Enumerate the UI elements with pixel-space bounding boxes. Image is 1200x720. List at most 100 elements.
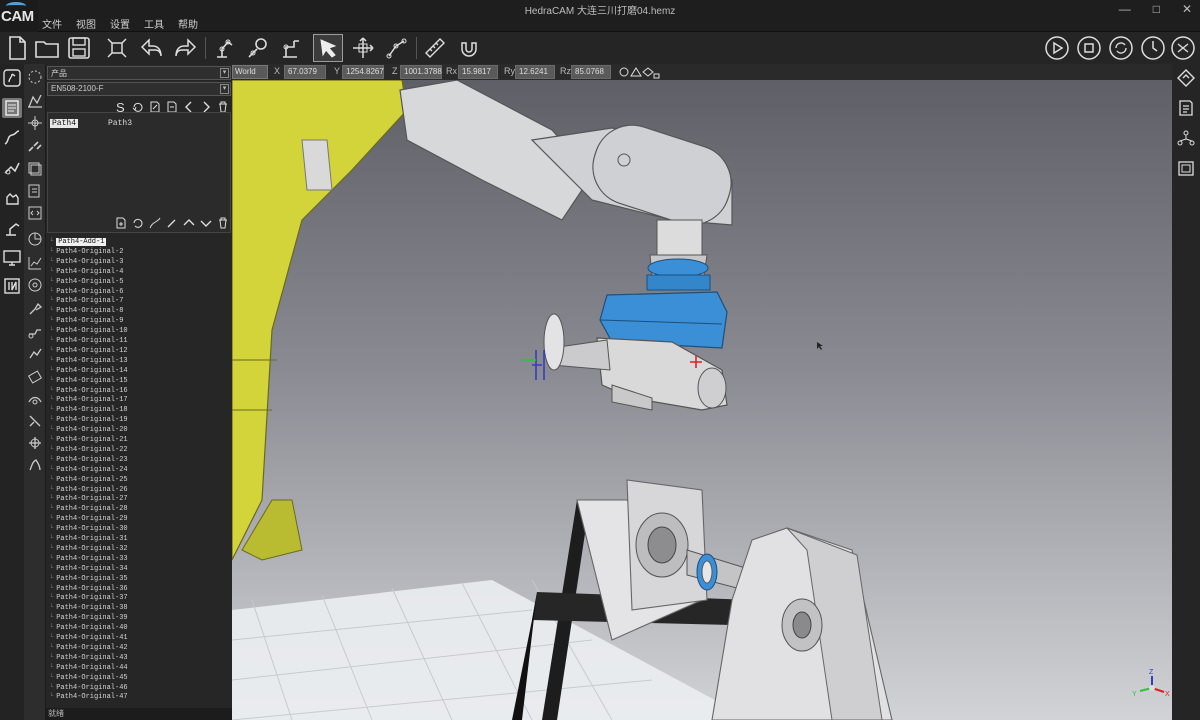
stop-button[interactable] xyxy=(1074,34,1104,62)
ry-field[interactable]: 12.6241 xyxy=(515,65,555,79)
list-item[interactable]: └ Path4-Original-45 xyxy=(49,673,128,683)
list-item[interactable]: └ Path4-Original-36 xyxy=(49,584,128,594)
3d-viewport[interactable]: Z X Y xyxy=(232,80,1172,720)
list-item[interactable]: └ Path4-Original-42 xyxy=(49,643,128,653)
rotate-point-icon[interactable] xyxy=(131,216,145,230)
list-item[interactable]: └ Path4-Original-10 xyxy=(49,326,128,336)
monitor-button[interactable] xyxy=(2,248,22,268)
tool-4-button[interactable] xyxy=(26,368,44,386)
list-item[interactable]: └ Path4-Original-29 xyxy=(49,514,128,524)
points-button[interactable] xyxy=(26,114,44,132)
robot-tool-button[interactable] xyxy=(210,34,240,62)
robot-lib-button[interactable] xyxy=(2,68,22,88)
list-item[interactable]: └ Path4-Original-30 xyxy=(49,524,128,534)
rz-field[interactable]: 85.0768 xyxy=(571,65,611,79)
list-item[interactable]: └ Path4-Original-28 xyxy=(49,504,128,514)
undo-button[interactable] xyxy=(137,34,167,62)
list-item[interactable]: └ Path4-Original-13 xyxy=(49,356,128,366)
menu-settings[interactable]: 设置 xyxy=(110,16,137,31)
list-item[interactable]: └ Path4-Original-46 xyxy=(49,683,128,693)
list-item[interactable]: └ Path4-Original-41 xyxy=(49,633,128,643)
tool-2-button[interactable] xyxy=(26,322,44,340)
menu-help[interactable]: 帮助 xyxy=(178,16,205,31)
layers-button[interactable] xyxy=(26,160,44,178)
list-item[interactable]: └ Path4-Original-4 xyxy=(49,267,123,277)
list-item[interactable]: └ Path4-Original-39 xyxy=(49,613,128,623)
list-item[interactable]: └ Path4-Original-6 xyxy=(49,287,123,297)
list-item[interactable]: └ Path4-Original-2 xyxy=(49,247,123,257)
open-folder-button[interactable] xyxy=(32,34,62,62)
menu-tools[interactable]: 工具 xyxy=(144,16,171,31)
list-item[interactable]: └ Path4-Original-44 xyxy=(49,663,128,673)
redo-button[interactable] xyxy=(170,34,200,62)
play-button[interactable] xyxy=(1042,34,1072,62)
new-file-button[interactable] xyxy=(2,34,32,62)
fit-view-button[interactable] xyxy=(102,34,132,62)
y-field[interactable]: 1254.8267 xyxy=(342,65,384,79)
link-tool-button[interactable] xyxy=(2,158,22,178)
path-item-path4[interactable]: Path4 xyxy=(50,119,79,128)
list-item[interactable]: └ Path4-Original-21 xyxy=(49,435,128,445)
profile-button[interactable] xyxy=(26,92,44,110)
notes-button[interactable] xyxy=(1176,98,1196,118)
target-button[interactable] xyxy=(26,276,44,294)
list-item[interactable]: └ Path4-Original-40 xyxy=(49,623,128,633)
list-item[interactable]: └ Path4-Original-22 xyxy=(49,445,128,455)
tool-7-button[interactable] xyxy=(26,434,44,452)
robot-arm-button[interactable] xyxy=(2,218,22,238)
list-item[interactable]: └ Path4-Original-16 xyxy=(49,386,128,396)
rx-field[interactable]: 15.9817 xyxy=(458,65,498,79)
list-item[interactable]: └ Path4-Original-17 xyxy=(49,395,128,405)
network-button[interactable] xyxy=(1176,128,1196,148)
list-item[interactable]: └ Path4-Original-47 xyxy=(49,692,128,702)
list-item[interactable]: └ Path4-Original-23 xyxy=(49,455,128,465)
chevron-up-icon[interactable] xyxy=(182,216,196,230)
view-box-button[interactable] xyxy=(1176,158,1196,178)
trash-icon[interactable] xyxy=(216,216,230,230)
cycle-button[interactable] xyxy=(1106,34,1136,62)
list-item[interactable]: └ Path4-Original-3 xyxy=(49,257,123,267)
list-item[interactable]: └ Path4-Original-43 xyxy=(49,653,128,663)
graph-button[interactable] xyxy=(26,254,44,272)
path-node-button[interactable] xyxy=(382,34,412,62)
list-item[interactable]: └ Path4-Original-19 xyxy=(49,415,128,425)
minimize-button[interactable]: — xyxy=(1119,2,1131,16)
select-arrow-button[interactable] xyxy=(313,34,343,62)
menu-file[interactable]: 文件 xyxy=(42,16,69,31)
curve-point-icon[interactable] xyxy=(148,216,162,230)
code-button[interactable] xyxy=(26,204,44,222)
list-item[interactable]: └ Path4-Original-11 xyxy=(49,336,128,346)
tool-5-button[interactable] xyxy=(26,390,44,408)
tool-8-button[interactable] xyxy=(26,456,44,474)
list-item[interactable]: └ Path4-Original-38 xyxy=(49,603,128,613)
document-panel-button[interactable] xyxy=(2,98,22,118)
close-button[interactable]: ✕ xyxy=(1182,2,1192,16)
x-field[interactable]: 67.0379 xyxy=(284,65,326,79)
menu-view[interactable]: 视图 xyxy=(76,16,103,31)
list-item[interactable]: └ Path4-Original-31 xyxy=(49,534,128,544)
pie-chart-button[interactable] xyxy=(26,230,44,248)
list-item[interactable]: └ Path4-Original-34 xyxy=(49,564,128,574)
measure-ruler-button[interactable] xyxy=(420,34,450,62)
chain-button[interactable] xyxy=(26,138,44,156)
io-button[interactable] xyxy=(2,276,22,296)
link-point-icon[interactable] xyxy=(165,216,179,230)
chevron-down-icon[interactable] xyxy=(199,216,213,230)
maximize-button[interactable]: □ xyxy=(1153,2,1160,16)
list-item[interactable]: └ Path4-Original-35 xyxy=(49,574,128,584)
list-item[interactable]: └ Path4-Original-32 xyxy=(49,544,128,554)
list-item[interactable]: └ Path4-Original-18 xyxy=(49,405,128,415)
list-item[interactable]: └ Path4-Original-15 xyxy=(49,376,128,386)
list-item[interactable]: └ Path4-Original-8 xyxy=(49,306,123,316)
list-item[interactable]: └ Path4-Original-12 xyxy=(49,346,128,356)
tool-1-button[interactable] xyxy=(26,300,44,318)
curve-tool-button[interactable] xyxy=(2,128,22,148)
tool-3-button[interactable] xyxy=(26,344,44,362)
save-button[interactable] xyxy=(64,34,94,62)
path-item-path3[interactable]: Path3 xyxy=(106,119,134,128)
frame-tools-icon[interactable] xyxy=(618,65,662,79)
robot-config-button[interactable] xyxy=(243,34,273,62)
list-item[interactable]: └ Path4-Original-5 xyxy=(49,277,123,287)
list-item[interactable]: └ Path4-Original-26 xyxy=(49,485,128,495)
frame-select[interactable]: World xyxy=(232,65,268,79)
